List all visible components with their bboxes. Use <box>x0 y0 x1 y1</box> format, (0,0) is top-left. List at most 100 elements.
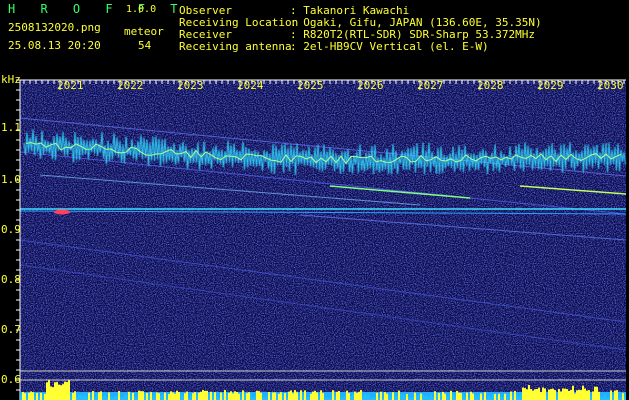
count-bar <box>496 395 498 400</box>
count-bar <box>404 395 406 400</box>
count-bar <box>42 394 44 400</box>
count-bar <box>350 395 352 400</box>
count-bar <box>536 388 538 400</box>
count-bar <box>102 396 104 400</box>
count-bar <box>440 394 442 400</box>
count-bar <box>604 395 606 400</box>
count-bar <box>44 393 46 400</box>
count-bar <box>232 393 234 400</box>
count-bar <box>58 384 60 400</box>
count-bar <box>226 395 228 400</box>
count-bar <box>100 391 102 400</box>
count-bar <box>368 395 370 400</box>
count-bar <box>562 388 564 400</box>
count-bar <box>394 395 396 400</box>
count-bar <box>250 394 252 400</box>
count-bar <box>124 394 126 400</box>
count-bar <box>70 396 72 400</box>
count-bar <box>364 394 366 400</box>
y-tick-label: 0.8 <box>1 273 21 286</box>
count-bar <box>338 391 340 400</box>
count-bar <box>564 388 566 400</box>
count-bar <box>528 385 530 400</box>
count-bar <box>160 395 162 400</box>
count-bar <box>310 393 312 400</box>
count-bar <box>244 394 246 400</box>
y-tick-label: 0.9 <box>1 223 21 236</box>
count-bar <box>474 395 476 400</box>
count-bar <box>212 395 214 400</box>
count-bar <box>256 390 258 400</box>
count-bar <box>504 393 506 400</box>
count-bar <box>380 391 382 400</box>
count-bar <box>316 392 318 400</box>
count-bar <box>546 396 548 400</box>
count-bar <box>500 396 502 400</box>
count-bar <box>140 391 142 400</box>
count-bar <box>52 387 54 400</box>
count-bar <box>438 393 440 400</box>
count-bar <box>532 390 534 400</box>
count-bar <box>544 388 546 400</box>
count-bar <box>92 391 94 400</box>
count-bar <box>152 396 154 400</box>
count-bar <box>114 395 116 400</box>
count-bar <box>572 385 574 400</box>
count-bar <box>64 381 66 400</box>
count-bar <box>60 385 62 400</box>
count-bar <box>186 391 188 400</box>
count-bar <box>190 395 192 400</box>
count-bar <box>352 394 354 400</box>
count-bar <box>176 390 178 400</box>
count-bar <box>304 390 306 400</box>
hot-spot <box>54 209 70 215</box>
count-bar <box>434 391 436 400</box>
count-bar <box>478 395 480 400</box>
count-bar <box>248 392 250 400</box>
count-bar <box>314 390 316 400</box>
count-bar <box>170 391 172 400</box>
x-tick-label: 2024 <box>237 79 264 92</box>
count-bar <box>34 396 36 400</box>
count-bar <box>196 394 198 400</box>
count-bar <box>344 395 346 400</box>
count-bar <box>530 388 532 400</box>
count-bar <box>30 391 32 400</box>
count-bar <box>180 394 182 400</box>
count-bar <box>78 394 80 400</box>
count-bar <box>388 395 390 400</box>
count-bar <box>172 392 174 400</box>
count-bar <box>508 394 510 400</box>
count-bar <box>448 394 450 400</box>
count-bar <box>54 382 56 400</box>
count-bar <box>246 393 248 400</box>
count-bar <box>418 394 420 400</box>
count-bar <box>556 396 558 400</box>
count-bar <box>596 386 598 400</box>
count-bar <box>154 394 156 400</box>
axis-unit-label: kHz <box>1 73 21 86</box>
count-bar <box>208 394 210 400</box>
count-bar <box>420 393 422 400</box>
count-bar <box>294 390 296 400</box>
count-bar <box>86 396 88 400</box>
count-bar <box>566 389 568 400</box>
count-bar <box>210 391 212 400</box>
count-bar <box>254 396 256 400</box>
count-bar <box>284 393 286 400</box>
count-bar <box>162 394 164 400</box>
count-bar <box>552 388 554 400</box>
count-bar <box>336 391 338 400</box>
count-bar <box>274 392 276 400</box>
count-bar <box>234 391 236 400</box>
count-bar <box>570 389 572 400</box>
count-bar <box>84 394 86 400</box>
count-bar <box>168 393 170 400</box>
count-bar <box>584 388 586 400</box>
count-bar <box>24 393 26 400</box>
count-bar <box>334 396 336 400</box>
count-bar <box>50 386 52 400</box>
count-bar <box>276 394 278 400</box>
x-tick-label: 2021 <box>57 79 84 92</box>
x-tick-label: 2022 <box>117 79 144 92</box>
